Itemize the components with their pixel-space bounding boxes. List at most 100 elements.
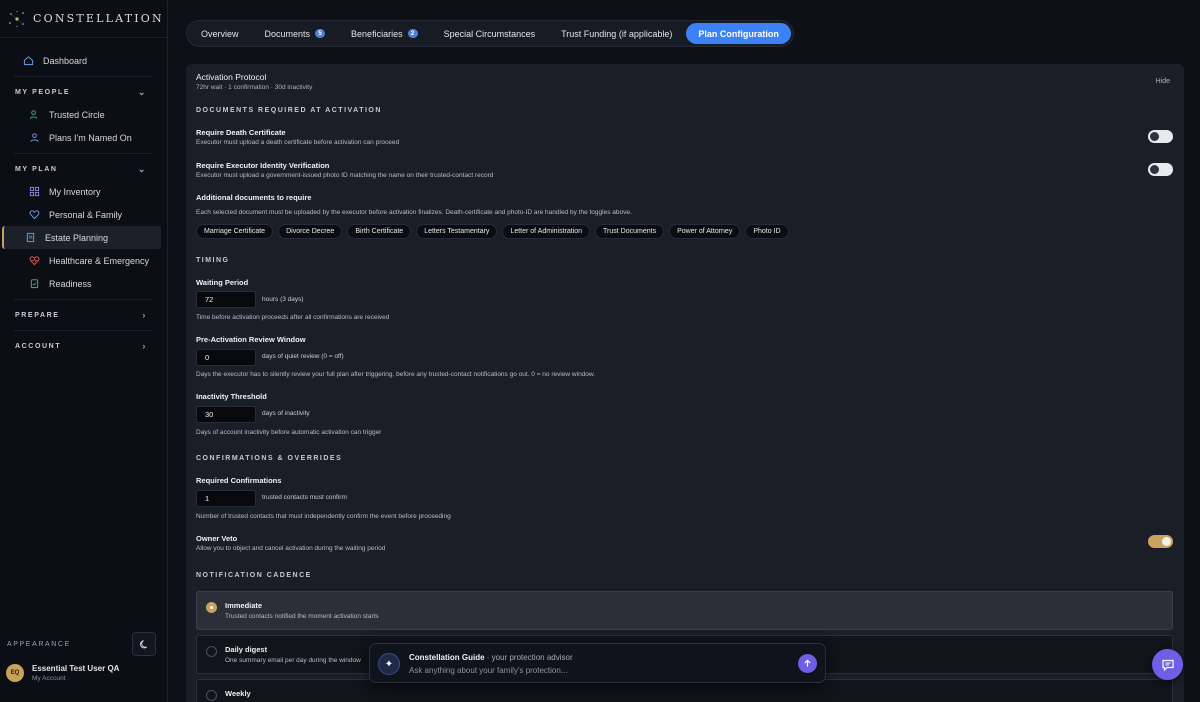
owner-veto-toggle[interactable] xyxy=(1148,535,1173,548)
guide-subtitle: · your protection advisor xyxy=(486,653,573,662)
chip-divorce-decree[interactable]: Divorce Decree xyxy=(278,224,343,239)
cadence-title: Weekly xyxy=(225,689,251,698)
nav-readiness[interactable]: Readiness xyxy=(6,272,161,295)
chip-photo-id[interactable]: Photo ID xyxy=(745,224,789,239)
guide-title-text: Constellation Guide xyxy=(409,653,485,662)
brand[interactable]: CONSTELLATION xyxy=(0,0,167,38)
constellation-logo-icon xyxy=(8,10,26,28)
section-account-label: ACCOUNT xyxy=(15,342,62,350)
chevron-right-icon: › xyxy=(142,310,147,320)
nav-estate-planning-label: Estate Planning xyxy=(45,232,109,243)
chevron-right-icon: › xyxy=(142,341,147,351)
chip-birth-certificate[interactable]: Birth Certificate xyxy=(347,224,412,239)
count-badge: 2 xyxy=(407,29,418,38)
tab-beneficiaries[interactable]: Beneficiaries 2 xyxy=(339,23,430,44)
tab-documents[interactable]: Documents 5 xyxy=(253,23,338,44)
panel-summary: 72hr wait · 1 confirmation · 30d inactiv… xyxy=(196,84,313,91)
section-my-plan[interactable]: MY PLAN ⌄ xyxy=(0,158,167,180)
theme-toggle-button[interactable] xyxy=(132,632,156,656)
activation-protocol-panel: Activation Protocol 72hr wait · 1 confir… xyxy=(186,64,1184,702)
nav-trusted-circle[interactable]: Trusted Circle xyxy=(6,103,161,126)
inactivity-threshold-input[interactable]: 30 xyxy=(196,406,256,423)
identity-verification-toggle[interactable] xyxy=(1148,163,1173,176)
nav-my-inventory[interactable]: My Inventory xyxy=(6,180,161,203)
document-chips: Marriage Certificate Divorce Decree Birt… xyxy=(196,224,789,239)
chip-trust-documents[interactable]: Trust Documents xyxy=(595,224,665,239)
section-account[interactable]: ACCOUNT › xyxy=(0,335,167,357)
chat-bubble-icon xyxy=(1161,659,1174,671)
radio-selected[interactable] xyxy=(206,602,217,613)
chip-letter-of-administration[interactable]: Letter of Administration xyxy=(502,224,591,239)
tab-label: Beneficiaries xyxy=(351,28,403,39)
required-confirmations-desc: Number of trusted contacts that must ind… xyxy=(196,513,451,520)
document-icon xyxy=(24,232,36,244)
user-account[interactable]: EQ Essential Test User QA My Account xyxy=(6,664,119,682)
nav-dashboard-label: Dashboard xyxy=(43,55,88,66)
waiting-period-input[interactable]: 72 xyxy=(196,291,256,308)
nav-personal-family-label: Personal & Family xyxy=(49,209,123,220)
nav-trusted-circle-label: Trusted Circle xyxy=(49,109,105,120)
waiting-period-label: Waiting Period xyxy=(196,278,249,287)
cadence-title: Daily digest xyxy=(225,645,268,654)
cadence-title: Immediate xyxy=(225,601,263,610)
divider xyxy=(14,76,153,77)
chevron-down-icon: ⌄ xyxy=(137,86,147,97)
user-icon xyxy=(28,132,40,144)
home-icon xyxy=(22,55,34,67)
tab-trust-funding[interactable]: Trust Funding (if applicable) xyxy=(549,23,684,44)
review-window-desc: Days the executor has to silently review… xyxy=(196,371,596,378)
review-window-input[interactable]: 0 xyxy=(196,349,256,366)
tab-label: Documents xyxy=(264,28,311,39)
cadence-option-immediate[interactable]: Immediate Trusted contacts notified the … xyxy=(196,591,1173,630)
waiting-period-unit: hours (3 days) xyxy=(262,296,304,303)
nav-plans-named-on[interactable]: Plans I'm Named On xyxy=(6,126,161,149)
tab-plan-configuration[interactable]: Plan Configuration xyxy=(686,23,791,44)
section-prepare[interactable]: PREPARE › xyxy=(0,304,167,326)
nav-personal-family[interactable]: Personal & Family xyxy=(6,203,161,226)
death-certificate-label: Require Death Certificate xyxy=(196,128,286,137)
tab-overview[interactable]: Overview xyxy=(189,23,251,44)
required-confirmations-input[interactable]: 1 xyxy=(196,490,256,507)
section-documents-required: DOCUMENTS REQUIRED AT ACTIVATION xyxy=(196,107,382,114)
chip-letters-testamentary[interactable]: Letters Testamentary xyxy=(416,224,498,239)
radio-unselected[interactable] xyxy=(206,646,217,657)
radio-unselected[interactable] xyxy=(206,690,217,701)
section-confirmations-overrides: CONFIRMATIONS & OVERRIDES xyxy=(196,455,343,462)
nav-readiness-label: Readiness xyxy=(49,278,92,289)
hide-button[interactable]: Hide xyxy=(1156,78,1170,85)
nav-healthcare-emergency[interactable]: Healthcare & Emergency xyxy=(6,249,161,272)
nav-estate-planning[interactable]: Estate Planning xyxy=(2,226,161,249)
chat-button[interactable] xyxy=(1152,649,1183,680)
nav-my-inventory-label: My Inventory xyxy=(49,186,101,197)
arrow-up-icon xyxy=(804,659,811,667)
chip-power-of-attorney[interactable]: Power of Attorney xyxy=(669,224,741,239)
avatar: EQ xyxy=(6,664,24,682)
moon-icon xyxy=(139,639,147,648)
panel-title: Activation Protocol xyxy=(196,72,267,82)
constellation-guide-chat[interactable]: ✦ Constellation Guide · your protection … xyxy=(369,643,826,683)
tab-special-circumstances[interactable]: Special Circumstances xyxy=(432,23,548,44)
send-button[interactable] xyxy=(798,654,817,673)
death-certificate-toggle[interactable] xyxy=(1148,130,1173,143)
nav-dashboard[interactable]: Dashboard xyxy=(6,49,161,72)
guide-title: Constellation Guide · your protection ad… xyxy=(409,653,573,662)
identity-verification-desc: Executor must upload a government-issued… xyxy=(196,172,494,179)
sidebar: CONSTELLATION Dashboard MY PEOPLE ⌄ Trus… xyxy=(0,0,168,702)
heart-icon xyxy=(28,209,40,221)
nav-healthcare-emergency-label: Healthcare & Emergency xyxy=(49,255,150,266)
section-prepare-label: PREPARE xyxy=(15,311,60,319)
divider xyxy=(14,330,153,331)
tab-label: Plan Configuration xyxy=(698,28,779,39)
chip-marriage-certificate[interactable]: Marriage Certificate xyxy=(196,224,274,239)
users-icon xyxy=(28,109,40,121)
clipboard-check-icon xyxy=(28,278,40,290)
required-confirmations-label: Required Confirmations xyxy=(196,476,282,485)
guide-input[interactable]: Ask anything about your family's protect… xyxy=(409,666,568,675)
inactivity-threshold-unit: days of inactivity xyxy=(262,410,310,417)
cadence-desc: Trusted contacts notified the moment act… xyxy=(225,613,379,620)
review-window-unit: days of quiet review (0 = off) xyxy=(262,353,344,360)
section-my-people[interactable]: MY PEOPLE ⌄ xyxy=(0,81,167,103)
count-badge: 5 xyxy=(315,29,326,38)
required-confirmations-unit: trusted contacts must confirm xyxy=(262,494,347,501)
owner-veto-label: Owner Veto xyxy=(196,534,238,543)
